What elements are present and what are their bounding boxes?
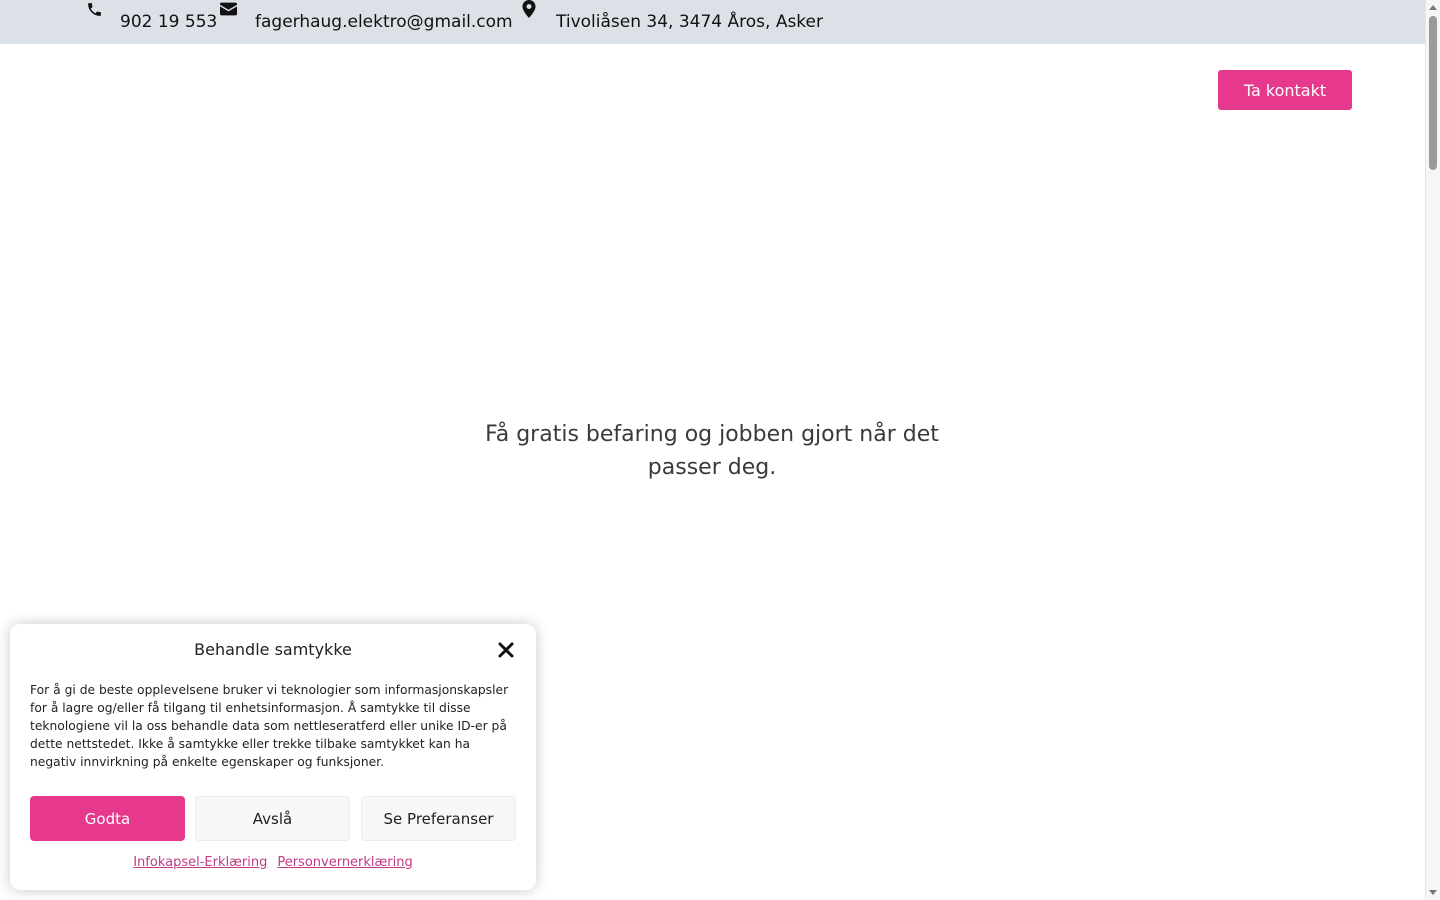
privacy-policy-link[interactable]: Personvernerklæring <box>277 855 412 870</box>
cookie-policy-link[interactable]: Infokapsel-Erklæring <box>133 855 267 870</box>
consent-links: Infokapsel-Erklæring Personvernerklæring <box>10 855 536 870</box>
deny-button[interactable]: Avslå <box>195 796 350 841</box>
address-text: Tivoliåsen 34, 3474 Åros, Asker <box>556 12 823 32</box>
phone-link[interactable]: 902 19 553 <box>120 0 217 44</box>
consent-message: For å gi de beste opplevelsene bruker vi… <box>30 683 509 769</box>
preferences-button[interactable]: Se Preferanser <box>361 796 516 841</box>
accept-button[interactable]: Godta <box>30 796 185 841</box>
email-link[interactable]: fagerhaug.elektro@gmail.com <box>255 0 513 44</box>
scroll-down-arrow-icon[interactable] <box>1429 890 1437 895</box>
scroll-up-arrow-icon[interactable] <box>1429 5 1437 10</box>
consent-title: Behandle samtykke <box>194 640 352 659</box>
close-icon[interactable] <box>497 641 515 659</box>
phone-icon <box>85 0 103 18</box>
scrollbar-thumb[interactable] <box>1429 16 1437 170</box>
contact-button[interactable]: Ta kontakt <box>1218 70 1352 110</box>
cookie-consent-dialog: Behandle samtykke For å gi de beste oppl… <box>10 624 536 890</box>
map-pin-icon <box>520 0 538 18</box>
envelope-icon <box>219 0 237 18</box>
contact-topbar: 902 19 553 fagerhaug.elektro@gmail.com T… <box>0 0 1425 44</box>
hero-tagline: Få gratis befaring og jobben gjort når d… <box>485 422 939 480</box>
page-scrollbar[interactable] <box>1425 0 1440 900</box>
